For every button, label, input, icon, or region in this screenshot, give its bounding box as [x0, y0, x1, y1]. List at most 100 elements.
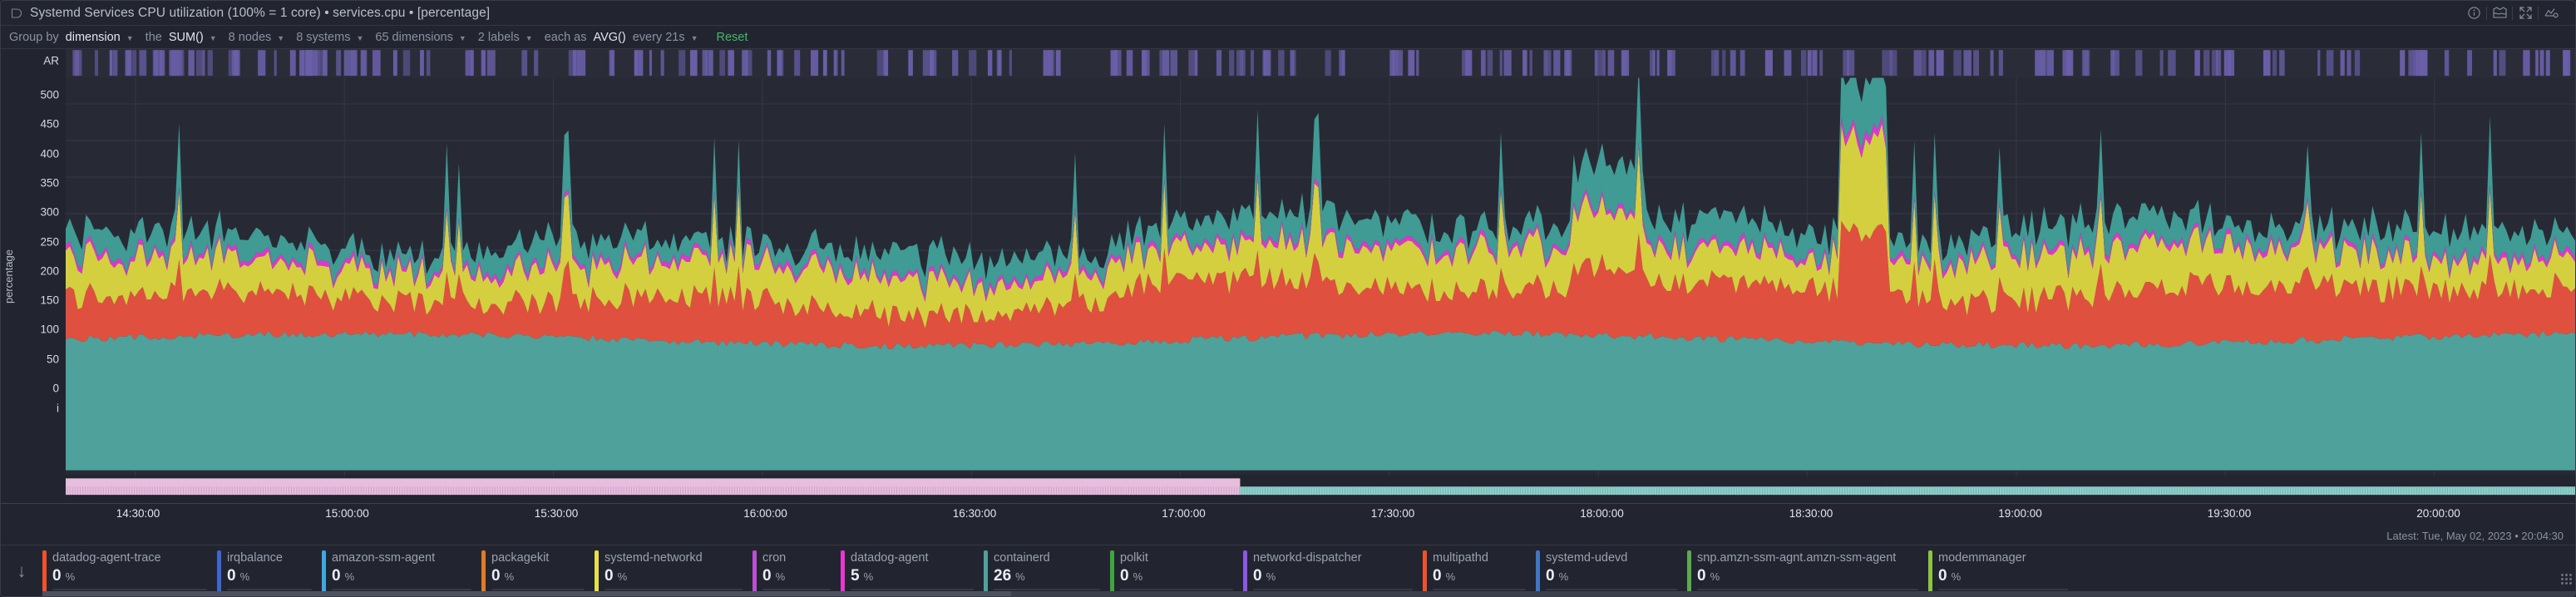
chart-legend: ↓ datadog-agent-trace 0% irqbalance 0% amazo…	[1, 545, 2575, 596]
chevron-down-icon: ▼	[210, 34, 217, 42]
legend-item-unit: %	[1952, 570, 1962, 583]
x-axis-tick: 20:00:00	[2416, 507, 2460, 520]
legend-item-value: 0	[1433, 567, 1442, 585]
legend-item-underline	[994, 589, 1100, 590]
legend-item-value: 0	[1120, 567, 1129, 585]
legend-item[interactable]: cron0%	[753, 550, 841, 596]
chevron-down-icon: ▼	[459, 34, 466, 42]
dimensions-control[interactable]: 65 dimensions ▼	[375, 31, 477, 44]
legend-scrollbar[interactable]	[42, 591, 2575, 596]
fullscreen-icon[interactable]	[2513, 4, 2538, 22]
legend-color-swatch	[322, 550, 326, 596]
chart-body: percentage AR500450400350300250200150100…	[1, 49, 2575, 503]
y-axis-tick: 350	[40, 177, 59, 190]
legend-item[interactable]: multipathd0%	[1423, 550, 1536, 596]
legend-item[interactable]: containerd26%	[984, 550, 1110, 596]
each-as-control[interactable]: each as AVG() every 21s ▼	[545, 31, 710, 44]
y-axis-tick: 200	[40, 264, 59, 277]
legend-item-underline	[1253, 589, 1413, 590]
the-label: the	[146, 31, 162, 44]
legend-item[interactable]: snp.amzn-ssm-agnt.amzn-ssm-agent0%	[1687, 550, 1928, 596]
legend-scroll-down-icon[interactable]: ↓	[1, 545, 42, 596]
legend-item-unit: %	[505, 570, 515, 583]
labels-control[interactable]: 2 labels ▼	[478, 31, 545, 44]
y-axis-title: percentage	[2, 49, 16, 503]
legend-color-swatch	[1687, 550, 1691, 596]
chart-svg	[66, 49, 2575, 503]
legend-item[interactable]: datadog-agent5%	[841, 550, 984, 596]
legend-item-name: datadog-agent-trace	[52, 550, 207, 565]
legend-item-underline	[1433, 589, 1526, 590]
systems-control[interactable]: 8 systems ▼	[296, 31, 375, 44]
labels-value: 2 labels	[478, 31, 520, 44]
legend-item-unit: %	[66, 570, 76, 583]
legend-item[interactable]: systemd-udevd0%	[1536, 550, 1687, 596]
legend-resize-handle-icon[interactable]	[2561, 574, 2572, 585]
legend-item-unit: %	[618, 570, 628, 583]
legend-item[interactable]: datadog-agent-trace 0%	[42, 550, 217, 596]
legend-item-value: 0	[1253, 567, 1262, 585]
legend-item-name: datadog-agent	[851, 550, 974, 565]
group-by-control[interactable]: Group by dimension ▼	[9, 31, 146, 44]
legend-item[interactable]: irqbalance0%	[217, 550, 322, 596]
legend-item-name: systemd-networkd	[605, 550, 743, 565]
legend-item-list: datadog-agent-trace 0% irqbalance 0% amazon-…	[42, 545, 2575, 596]
legend-color-swatch	[1243, 550, 1247, 596]
legend-item[interactable]: polkit0%	[1110, 550, 1243, 596]
latest-timestamp: Latest: Tue, May 02, 2023 • 20:04:30	[1, 526, 2575, 545]
legend-item-value: 0	[1546, 567, 1555, 585]
legend-item-value: 0	[52, 567, 62, 585]
every-label: every 21s	[633, 31, 685, 44]
legend-item-unit: %	[1133, 570, 1143, 583]
y-axis: AR500450400350300250200150100500i	[16, 49, 66, 503]
anomaly-icon[interactable]	[2539, 4, 2564, 22]
chevron-down-icon: ▼	[691, 34, 698, 42]
reset-button[interactable]: Reset	[717, 31, 748, 44]
legend-item[interactable]: networkd-dispatcher0%	[1243, 550, 1423, 596]
legend-item-underline	[1697, 589, 1918, 590]
legend-item-underline	[1546, 589, 1677, 590]
legend-scrollbar-thumb[interactable]	[42, 591, 1011, 596]
legend-item-name: modemmanager	[1938, 550, 2068, 565]
nodes-control[interactable]: 8 nodes ▼	[229, 31, 297, 44]
chart-panel: Systemd Services CPU utilization (100% =…	[0, 0, 2576, 597]
legend-item-unit: %	[1710, 570, 1720, 583]
chart-type-icon[interactable]	[2487, 4, 2512, 22]
legend-item-value: 0	[227, 567, 236, 585]
legend-item-underline	[762, 589, 831, 590]
chart-toolbar: Group by dimension ▼ the SUM() ▼ 8 nodes…	[1, 26, 2575, 49]
panel-title: Systemd Services CPU utilization (100% =…	[30, 6, 490, 21]
legend-item[interactable]: systemd-networkd 0%	[595, 550, 753, 596]
legend-item-value: 0	[332, 567, 341, 585]
legend-item-name: multipathd	[1433, 550, 1526, 565]
aggregation-value: SUM()	[169, 31, 204, 44]
panel-header: Systemd Services CPU utilization (100% =…	[1, 1, 2575, 26]
legend-item[interactable]: modemmanager0%	[1928, 550, 2078, 596]
legend-item-name: networkd-dispatcher	[1253, 550, 1413, 565]
y-axis-tick: 400	[40, 147, 59, 160]
x-axis-tick: 18:00:00	[1580, 507, 1624, 520]
legend-item-name: irqbalance	[227, 550, 312, 565]
info-icon[interactable]	[2461, 4, 2486, 22]
y-axis-tick: 250	[40, 235, 59, 248]
legend-item[interactable]: packagekit0%	[481, 550, 595, 596]
legend-color-swatch	[595, 550, 599, 596]
legend-item-unit: %	[1015, 570, 1025, 583]
legend-item[interactable]: amazon-ssm-agent0%	[322, 550, 481, 596]
legend-color-swatch	[217, 550, 221, 596]
x-axis-tick: 16:30:00	[953, 507, 997, 520]
plot-area[interactable]	[66, 49, 2575, 503]
legend-item-unit: %	[1559, 570, 1569, 583]
aggregation-control[interactable]: the SUM() ▼	[146, 31, 229, 44]
plot-canvas[interactable]	[66, 49, 2575, 503]
legend-item-name: amazon-ssm-agent	[332, 550, 471, 565]
chevron-down-icon: ▼	[277, 34, 284, 42]
legend-item-value: 0	[605, 567, 614, 585]
chart-type-glyph-icon	[11, 7, 22, 19]
y-axis-title-text: percentage	[3, 249, 16, 303]
x-axis-tick: 17:30:00	[1371, 507, 1415, 520]
legend-item-unit: %	[864, 570, 874, 583]
legend-color-swatch	[1536, 550, 1540, 596]
legend-color-swatch	[1110, 550, 1114, 596]
legend-item-underline	[52, 589, 207, 590]
